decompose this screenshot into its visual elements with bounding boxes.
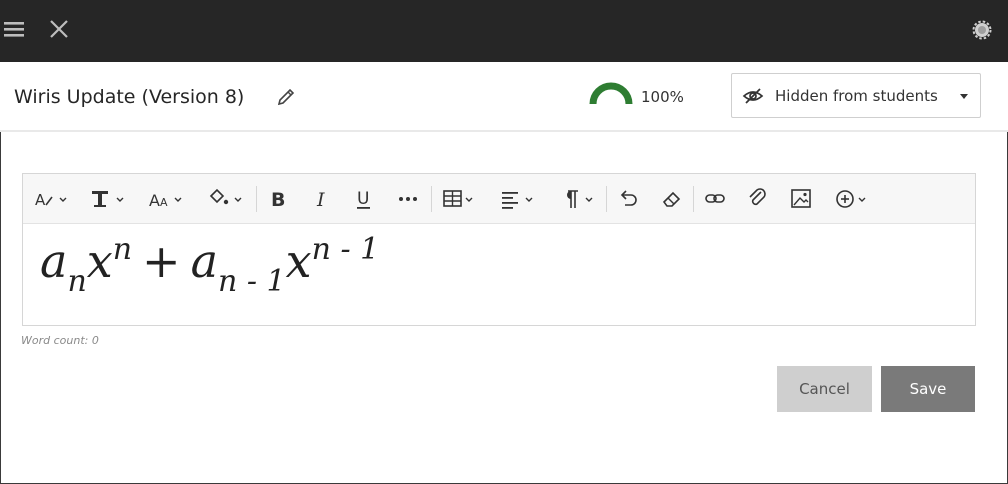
toolbar-separator [256, 186, 257, 212]
editor-content[interactable]: anxn + an - 1xn - 1 [23, 224, 975, 325]
toolbar-separator [693, 186, 694, 212]
bold-icon[interactable]: B [269, 186, 293, 212]
text-color-icon[interactable] [207, 186, 247, 212]
underline-label: U [357, 189, 369, 209]
more-icon[interactable] [396, 186, 420, 212]
svg-text:A: A [35, 191, 46, 209]
attachment-icon[interactable] [746, 186, 770, 212]
formula-term1-base: a [40, 234, 68, 288]
rich-text-editor: A A A B I U anxn + an - 1xn - 1 [22, 173, 976, 326]
word-count: Word count: 0 [21, 334, 99, 347]
insert-icon[interactable] [833, 186, 873, 212]
font-size-icon[interactable]: A A [147, 186, 187, 212]
close-icon[interactable] [48, 18, 70, 40]
save-button[interactable]: Save [881, 366, 975, 412]
paragraph-icon[interactable] [559, 186, 599, 212]
page-title[interactable]: Wiris Update (Version 8) [14, 86, 244, 108]
eye-slash-icon [742, 86, 764, 106]
eraser-icon[interactable] [660, 186, 684, 212]
italic-label: I [316, 189, 325, 211]
toolbar-separator [606, 186, 607, 212]
formula-term1-subscript: n [67, 264, 87, 299]
svg-text:A: A [160, 196, 168, 209]
formula-term1-exponent: n [112, 232, 133, 267]
svg-text:A: A [149, 191, 160, 210]
align-icon[interactable] [499, 186, 539, 212]
formula-term1-variable: x [86, 234, 113, 288]
cancel-button[interactable]: Cancel [777, 366, 872, 412]
link-icon[interactable] [704, 186, 728, 212]
formula-operator: + [142, 234, 181, 288]
chevron-down-icon [960, 94, 968, 99]
top-bar [0, 0, 1008, 62]
underline-icon[interactable]: U [354, 186, 378, 212]
table-icon[interactable] [441, 186, 481, 212]
hamburger-icon[interactable] [4, 19, 24, 39]
formatting-icon[interactable] [89, 186, 129, 212]
visibility-dropdown[interactable]: Hidden from students [731, 73, 981, 118]
progress-percent: 100% [641, 88, 684, 106]
formula-term2-variable: x [285, 234, 312, 288]
gear-icon[interactable] [972, 20, 992, 40]
math-formula[interactable]: anxn + an - 1xn - 1 [40, 235, 379, 297]
image-icon[interactable] [789, 186, 813, 212]
visibility-label: Hidden from students [775, 87, 938, 105]
editor-toolbar: A A A B I U [23, 174, 975, 224]
page-header: Wiris Update (Version 8) 100% Hidden fro… [0, 62, 1008, 132]
progress-gauge [588, 80, 634, 106]
undo-icon[interactable] [617, 186, 641, 212]
formula-term2-exponent: n - 1 [311, 232, 380, 267]
bold-label: B [271, 189, 285, 211]
pencil-icon[interactable] [276, 87, 296, 107]
toolbar-separator [431, 186, 432, 212]
italic-icon[interactable]: I [313, 186, 333, 212]
formula-term2-subscript: n - 1 [218, 264, 286, 299]
paragraph-style-icon[interactable]: A [33, 186, 69, 212]
formula-term2-base: a [190, 234, 219, 288]
